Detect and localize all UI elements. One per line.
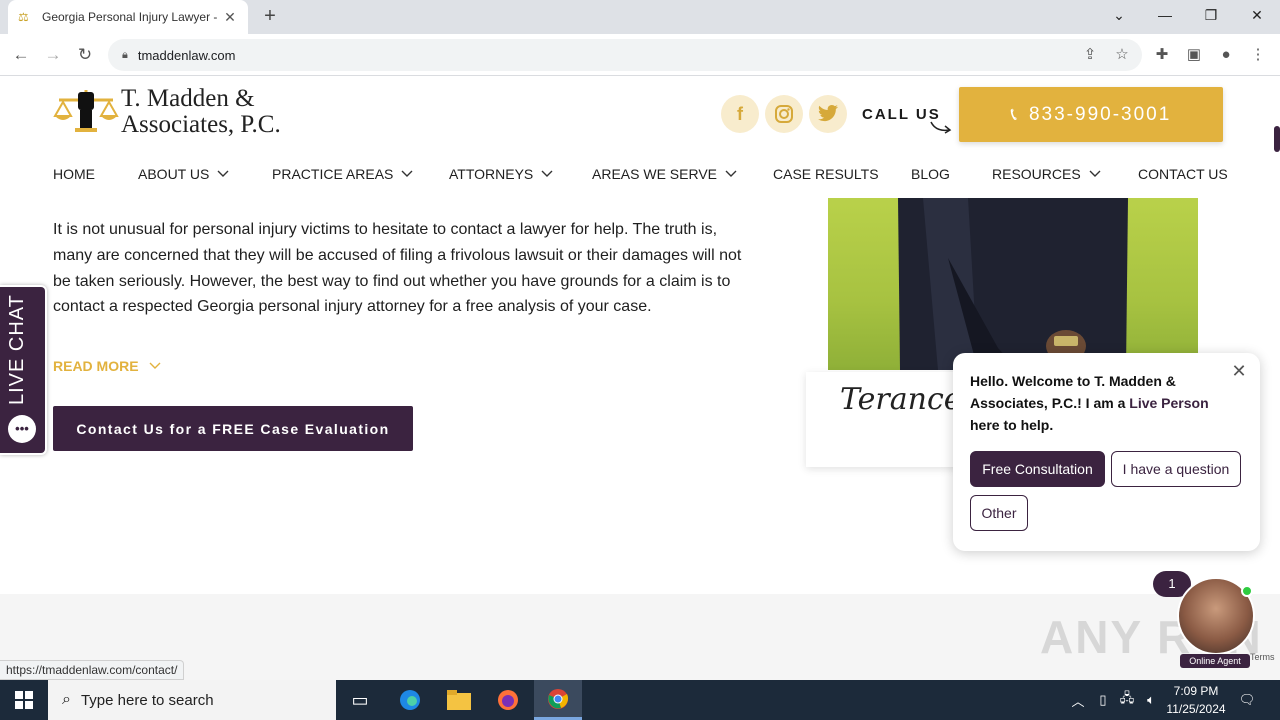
chat-greeting-message: Hello. Welcome to T. Madden & Associates… <box>970 373 1209 433</box>
twitter-icon[interactable] <box>809 95 847 133</box>
instagram-icon[interactable] <box>765 95 803 133</box>
chat-greeting-popup: ✕ Hello. Welcome to T. Madden & Associat… <box>953 353 1260 551</box>
taskbar-search[interactable]: ⌕ Type here to search <box>48 680 336 720</box>
logo-text: T. Madden & Associates, P.C. <box>121 85 281 138</box>
online-status-icon <box>1241 585 1253 597</box>
chat-bubble-icon: ••• <box>8 415 36 443</box>
live-chat-label: LIVE CHAT <box>6 294 28 405</box>
intro-paragraph: It is not unusual for personal injury vi… <box>53 221 742 316</box>
file-explorer-icon[interactable] <box>435 680 483 720</box>
bookmark-star-icon[interactable]: ☆ <box>1109 42 1135 68</box>
volume-icon[interactable]: 🔈︎ <box>1140 680 1162 720</box>
back-arrow-icon[interactable]: ← <box>8 42 34 68</box>
nav-attorneys[interactable]: ATTORNEYS <box>449 166 553 182</box>
close-chat-icon[interactable]: ✕ <box>1229 361 1249 381</box>
browser-tab[interactable]: ⚖ Georgia Personal Injury Lawyer - ✕ <box>8 0 248 34</box>
nav-areas-we-serve[interactable]: AREAS WE SERVE <box>592 166 737 182</box>
have-question-button[interactable]: I have a question <box>1111 451 1241 487</box>
nav-contact-us[interactable]: CONTACT US <box>1138 166 1228 182</box>
new-tab-icon[interactable]: + <box>258 4 282 28</box>
network-icon[interactable]: 🖧︎ <box>1116 680 1138 720</box>
extensions-puzzle-icon[interactable]: ✚ <box>1149 42 1175 68</box>
chevron-down-icon <box>541 170 553 177</box>
chevron-down-icon <box>401 170 413 177</box>
tray-device-icon[interactable]: ▯ <box>1092 680 1114 720</box>
facebook-icon[interactable]: f <box>721 95 759 133</box>
phone-number: 833-990-3001 <box>1028 103 1172 125</box>
system-clock[interactable]: 7:09 PM 11/25/2024 <box>1160 682 1232 718</box>
scales-fist-logo-icon <box>53 90 119 132</box>
read-more-link[interactable]: READ MORE <box>53 358 161 374</box>
task-view-icon[interactable]: ▭ <box>336 680 384 720</box>
profile-avatar-icon[interactable]: ● <box>1213 42 1239 68</box>
signature-card: Terance <box>806 372 976 467</box>
windows-start-icon[interactable] <box>0 680 48 720</box>
free-case-evaluation-button[interactable]: Contact Us for a FREE Case Evaluation <box>53 406 413 451</box>
lock-icon: 🔒︎ <box>122 48 128 61</box>
search-icon: ⌕ <box>62 691 71 708</box>
free-consultation-button[interactable]: Free Consultation <box>970 451 1105 487</box>
restore-icon[interactable]: ❐ <box>1188 0 1234 30</box>
nav-practice-areas[interactable]: PRACTICE AREAS <box>272 166 413 182</box>
online-agent-label: Online Agent <box>1180 654 1250 668</box>
url-text: tmaddenlaw.com <box>137 47 236 63</box>
nav-resources[interactable]: RESOURCES <box>992 166 1101 182</box>
nav-about-us[interactable]: ABOUT US <box>138 166 229 182</box>
phone-call-button[interactable]: 📞︎ 833-990-3001 <box>959 87 1223 142</box>
close-tab-icon[interactable]: ✕ <box>222 9 238 26</box>
chevron-down-icon <box>725 170 737 177</box>
attorney-photo <box>828 198 1198 370</box>
close-window-icon[interactable]: ✕ <box>1234 0 1280 30</box>
chrome-icon[interactable] <box>534 680 582 720</box>
live-chat-tab[interactable]: LIVE CHAT ••• <box>0 285 47 455</box>
nav-blog[interactable]: BLOG <box>911 166 950 182</box>
forward-arrow-icon[interactable]: → <box>40 42 66 68</box>
notification-icon[interactable]: 🗨︎ <box>1234 680 1260 720</box>
call-us-label: CALL US <box>862 106 941 123</box>
minimize-icon[interactable]: — <box>1142 0 1188 30</box>
edge-browser-icon[interactable] <box>386 680 434 720</box>
nav-case-results[interactable]: CASE RESULTS <box>773 166 879 182</box>
reload-icon[interactable]: ↻ <box>72 42 98 68</box>
tab-search-chevron-icon[interactable]: ⌄ <box>1096 0 1142 30</box>
share-icon[interactable]: ⇪ <box>1077 42 1103 68</box>
phone-icon: 📞︎ <box>1010 104 1019 124</box>
chevron-down-icon <box>1089 170 1101 177</box>
search-placeholder: Type here to search <box>80 691 214 709</box>
chevron-down-icon <box>217 170 229 177</box>
side-panel-icon[interactable]: ▣ <box>1181 42 1207 68</box>
other-button[interactable]: Other <box>970 495 1028 531</box>
site-logo[interactable]: T. Madden & Associates, P.C. <box>53 86 293 138</box>
attorney-signature: Terance <box>840 382 962 417</box>
nav-home[interactable]: HOME <box>53 166 95 182</box>
curved-arrow-icon <box>930 121 952 134</box>
browser-tab-strip: ⚖ Georgia Personal Injury Lawyer - ✕ + ⌄… <box>0 0 1280 34</box>
chrome-menu-icon[interactable]: ⋮ <box>1245 42 1271 68</box>
scrollbar-thumb[interactable] <box>1274 126 1280 152</box>
chevron-down-icon <box>149 362 161 369</box>
browser-toolbar: ← → ↻ 🔒︎ tmaddenlaw.com ⇪ ☆ ✚ ▣ ● ⋮ <box>0 34 1280 76</box>
address-bar[interactable]: 🔒︎ tmaddenlaw.com <box>108 39 1142 71</box>
recaptcha-terms[interactable]: Terms <box>1250 652 1275 662</box>
law-scale-favicon-icon: ⚖ <box>18 10 29 24</box>
windows-taskbar: ⌕ Type here to search ▭ ︿ ▯ 🖧︎ 🔈︎ 7:09 P… <box>0 680 1280 720</box>
firefox-icon[interactable] <box>484 680 532 720</box>
tab-title: Georgia Personal Injury Lawyer - <box>42 10 218 24</box>
tray-chevron-up-icon[interactable]: ︿ <box>1068 680 1088 720</box>
status-bar-url: https://tmaddenlaw.com/contact/ <box>0 660 185 680</box>
main-navigation: HOME ABOUT US PRACTICE AREAS ATTORNEYS A… <box>53 166 1228 186</box>
